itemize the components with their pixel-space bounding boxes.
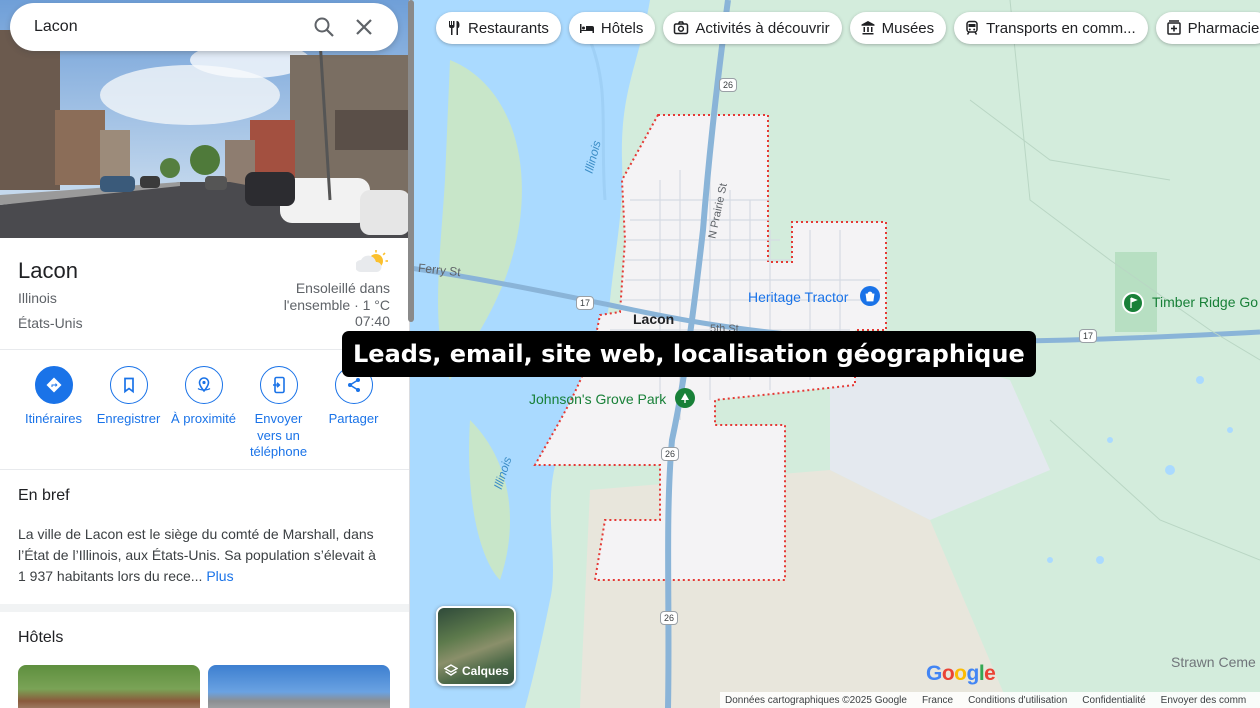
chip-restaurants[interactable]: Restaurants <box>436 12 561 44</box>
search-input[interactable] <box>34 18 304 36</box>
museum-icon <box>861 21 875 35</box>
directions-button[interactable]: Itinéraires <box>16 366 91 428</box>
send-to-phone-button[interactable]: Envoyer vers un téléphone <box>241 366 316 461</box>
footer-feedback-link[interactable]: Envoyer des comm <box>1161 695 1247 706</box>
directions-icon <box>46 377 61 393</box>
place-state: Illinois <box>18 290 57 306</box>
search-box <box>10 3 398 51</box>
nearby-button[interactable]: À proximité <box>166 366 241 428</box>
close-icon <box>356 19 372 35</box>
footer-country-link[interactable]: France <box>922 695 953 706</box>
clear-search-button[interactable] <box>344 7 384 47</box>
poi-label-johnsons-grove-park[interactable]: Johnson's Grove Park <box>529 391 666 407</box>
send-to-phone-icon <box>272 376 285 394</box>
bookmark-icon <box>123 377 134 394</box>
town-label-lacon[interactable]: Lacon <box>633 311 674 327</box>
hotel-card[interactable] <box>208 665 390 708</box>
save-button[interactable]: Enregistrer <box>91 366 166 428</box>
hotel-card[interactable] <box>18 665 200 708</box>
route-17-shield: 17 <box>1079 329 1097 343</box>
footer-terms-link[interactable]: Conditions d'utilisation <box>968 695 1067 706</box>
chip-activities[interactable]: Activités à découvrir <box>663 12 842 44</box>
route-17-shield: 17 <box>576 296 594 310</box>
weather-summary: Ensoleillé dans l'ensemble · 1 °C 07:40 <box>230 280 390 330</box>
park-tree-icon[interactable] <box>675 388 695 408</box>
map-attribution: Données cartographiques ©2025 Google <box>725 694 907 706</box>
layers-label: Calques <box>462 664 509 678</box>
chip-hotels[interactable]: Hôtels <box>568 12 656 44</box>
nearby-icon <box>197 377 210 393</box>
route-26-shield: 26 <box>661 447 679 461</box>
chip-museums[interactable]: Musées <box>849 12 947 44</box>
overview-heading: En bref <box>18 487 70 504</box>
pharmacy-icon <box>1166 20 1181 35</box>
poi-label-heritage-tractor[interactable]: Heritage Tractor <box>748 289 848 305</box>
train-icon <box>966 20 978 35</box>
local-time: 07:40 <box>354 313 390 329</box>
place-title: Lacon <box>18 258 78 283</box>
chip-pharmacy[interactable]: Pharmacie <box>1155 12 1260 44</box>
camera-icon <box>674 21 689 35</box>
place-country: États-Unis <box>18 315 83 331</box>
layers-button[interactable]: Calques <box>436 606 516 686</box>
search-icon <box>314 17 334 37</box>
overview-text: La ville de Lacon est le siège du comté … <box>18 526 376 584</box>
map-footer: Données cartographiques ©2025 Google Fra… <box>720 692 1260 708</box>
hotels-heading: Hôtels <box>18 629 64 646</box>
share-icon <box>347 378 360 392</box>
partly-sunny-icon <box>356 250 388 272</box>
search-button[interactable] <box>304 7 344 47</box>
google-logo: Google <box>926 662 996 685</box>
overview-section: En bref La ville de Lacon est le siège d… <box>0 470 409 612</box>
layers-icon <box>444 664 458 676</box>
chip-transit[interactable]: Transports en comm... <box>954 12 1148 44</box>
route-26-shield: 26 <box>660 611 678 625</box>
more-link[interactable]: Plus <box>206 568 233 584</box>
panel-scrollbar[interactable] <box>408 0 414 322</box>
category-chips: Restaurants Hôtels Activités à découvrir… <box>436 12 1260 44</box>
bed-icon <box>579 24 594 33</box>
shopping-bag-icon[interactable] <box>860 286 880 306</box>
hotels-section: Hôtels <box>0 612 409 708</box>
poi-label-timber-ridge[interactable]: Timber Ridge Go <box>1152 294 1258 310</box>
golf-icon[interactable] <box>1122 292 1144 314</box>
place-label-strawn: Strawn Ceme <box>1171 654 1256 670</box>
caption-banner: Leads, email, site web, localisation géo… <box>342 331 1036 377</box>
route-26-shield: 26 <box>719 78 737 92</box>
restaurant-icon <box>449 21 460 35</box>
footer-privacy-link[interactable]: Confidentialité <box>1082 695 1145 706</box>
